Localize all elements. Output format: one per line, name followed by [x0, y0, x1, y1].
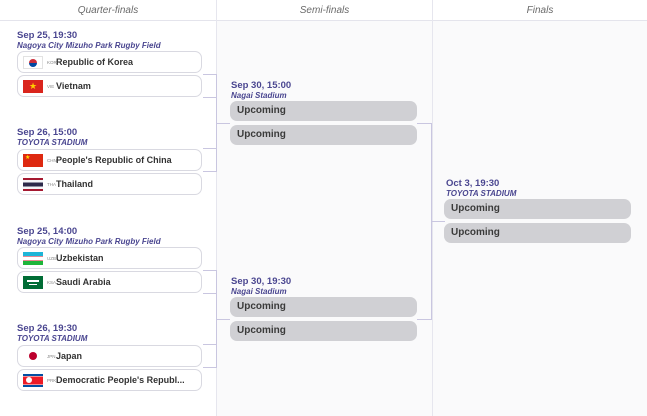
- bracket-connector: [203, 148, 216, 149]
- match-header: Sep 30, 15:00 Nagai Stadium: [231, 80, 291, 101]
- team-name: Saudi Arabia: [56, 277, 111, 287]
- bracket-connector: [216, 319, 230, 320]
- match-date: Sep 30, 19:30: [231, 276, 292, 287]
- bracket-connector: [417, 123, 432, 124]
- team-code: PRK: [47, 377, 57, 383]
- match-header: Sep 25, 14:00 Nagoya City Mizuho Park Ru…: [17, 226, 161, 247]
- upcoming-slot[interactable]: Upcoming: [444, 199, 631, 219]
- uzbekistan-flag-icon: [23, 251, 43, 265]
- match-date: Sep 26, 15:00: [17, 127, 78, 138]
- bracket-connector: [216, 123, 217, 172]
- bracket-connector: [216, 123, 230, 124]
- finals-header: Finals: [433, 0, 647, 21]
- team-code: THA: [47, 181, 56, 187]
- korea-flag-icon: [23, 55, 43, 69]
- upcoming-slot[interactable]: Upcoming: [230, 321, 417, 341]
- bracket-connector: [203, 367, 216, 368]
- match-header: Oct 3, 19:30 TOYOTA STADIUM: [446, 178, 516, 199]
- team-row[interactable]: ★ VIE Vietnam: [17, 75, 202, 97]
- bracket-connector: [203, 171, 216, 172]
- match-venue: Nagai Stadium: [231, 91, 287, 100]
- match-venue: TOYOTA STADIUM: [17, 138, 88, 147]
- bracket-connector: [203, 74, 216, 75]
- team-code: KOR: [47, 59, 57, 65]
- team-row[interactable]: KOR Republic of Korea: [17, 51, 202, 73]
- vietnam-flag-icon: ★: [23, 79, 43, 93]
- team-code: JPN: [47, 353, 56, 359]
- match-header: Sep 30, 19:30 Nagai Stadium: [231, 276, 291, 297]
- match-venue: TOYOTA STADIUM: [17, 334, 88, 343]
- bracket-connector: [216, 319, 217, 368]
- bracket-connector: [203, 344, 216, 345]
- upcoming-slot[interactable]: Upcoming: [230, 297, 417, 317]
- column-divider: [432, 0, 433, 416]
- semi-finals-header: Semi-finals: [217, 0, 432, 21]
- team-row[interactable]: ★ CHN People's Republic of China: [17, 149, 202, 171]
- saudi-arabia-flag-icon: [23, 275, 43, 289]
- team-row[interactable]: KSA Saudi Arabia: [17, 271, 202, 293]
- team-name: Uzbekistan: [56, 253, 104, 263]
- match-header: Sep 26, 15:00 TOYOTA STADIUM: [17, 127, 87, 148]
- team-name: Thailand: [56, 179, 94, 189]
- team-row[interactable]: UZB Uzbekistan: [17, 247, 202, 269]
- bracket-connector: [216, 74, 217, 124]
- match-venue: Nagai Stadium: [231, 287, 287, 296]
- match-header: Sep 25, 19:30 Nagoya City Mizuho Park Ru…: [17, 30, 161, 51]
- upcoming-slot[interactable]: Upcoming: [230, 101, 417, 121]
- bracket-connector: [417, 319, 432, 320]
- quarter-finals-header: Quarter-finals: [0, 0, 216, 21]
- match-venue: Nagoya City Mizuho Park Rugby Field: [17, 237, 161, 246]
- north-korea-flag-icon: [23, 373, 43, 387]
- team-code: UZB: [47, 255, 56, 261]
- match-date: Sep 25, 19:30: [17, 30, 78, 41]
- team-name: Democratic People's Republ...: [56, 375, 185, 385]
- team-name: Republic of Korea: [56, 57, 134, 67]
- bracket-connector: [431, 221, 445, 222]
- japan-flag-icon: [23, 349, 43, 363]
- bracket-connector: [203, 293, 216, 294]
- match-header: Sep 26, 19:30 TOYOTA STADIUM: [17, 323, 87, 344]
- team-code: KSA: [47, 279, 57, 285]
- team-row[interactable]: PRK Democratic People's Republ...: [17, 369, 202, 391]
- bracket-connector: [216, 270, 217, 320]
- team-row[interactable]: THA Thailand: [17, 173, 202, 195]
- match-venue: TOYOTA STADIUM: [446, 189, 517, 198]
- bracket-connector: [203, 97, 216, 98]
- team-name: Vietnam: [56, 81, 91, 91]
- match-date: Sep 30, 15:00: [231, 80, 292, 91]
- team-code: VIE: [47, 83, 55, 89]
- upcoming-slot[interactable]: Upcoming: [444, 223, 631, 243]
- match-venue: Nagoya City Mizuho Park Rugby Field: [17, 41, 161, 50]
- team-name: Japan: [56, 351, 83, 361]
- team-code: CHN: [47, 157, 57, 163]
- match-date: Sep 26, 19:30: [17, 323, 78, 334]
- thailand-flag-icon: [23, 177, 43, 191]
- team-row[interactable]: JPN Japan: [17, 345, 202, 367]
- match-date: Oct 3, 19:30: [446, 178, 500, 189]
- match-date: Sep 25, 14:00: [17, 226, 78, 237]
- china-flag-icon: ★: [23, 153, 43, 167]
- bracket-connector: [203, 270, 216, 271]
- team-name: People's Republic of China: [56, 155, 172, 165]
- upcoming-slot[interactable]: Upcoming: [230, 125, 417, 145]
